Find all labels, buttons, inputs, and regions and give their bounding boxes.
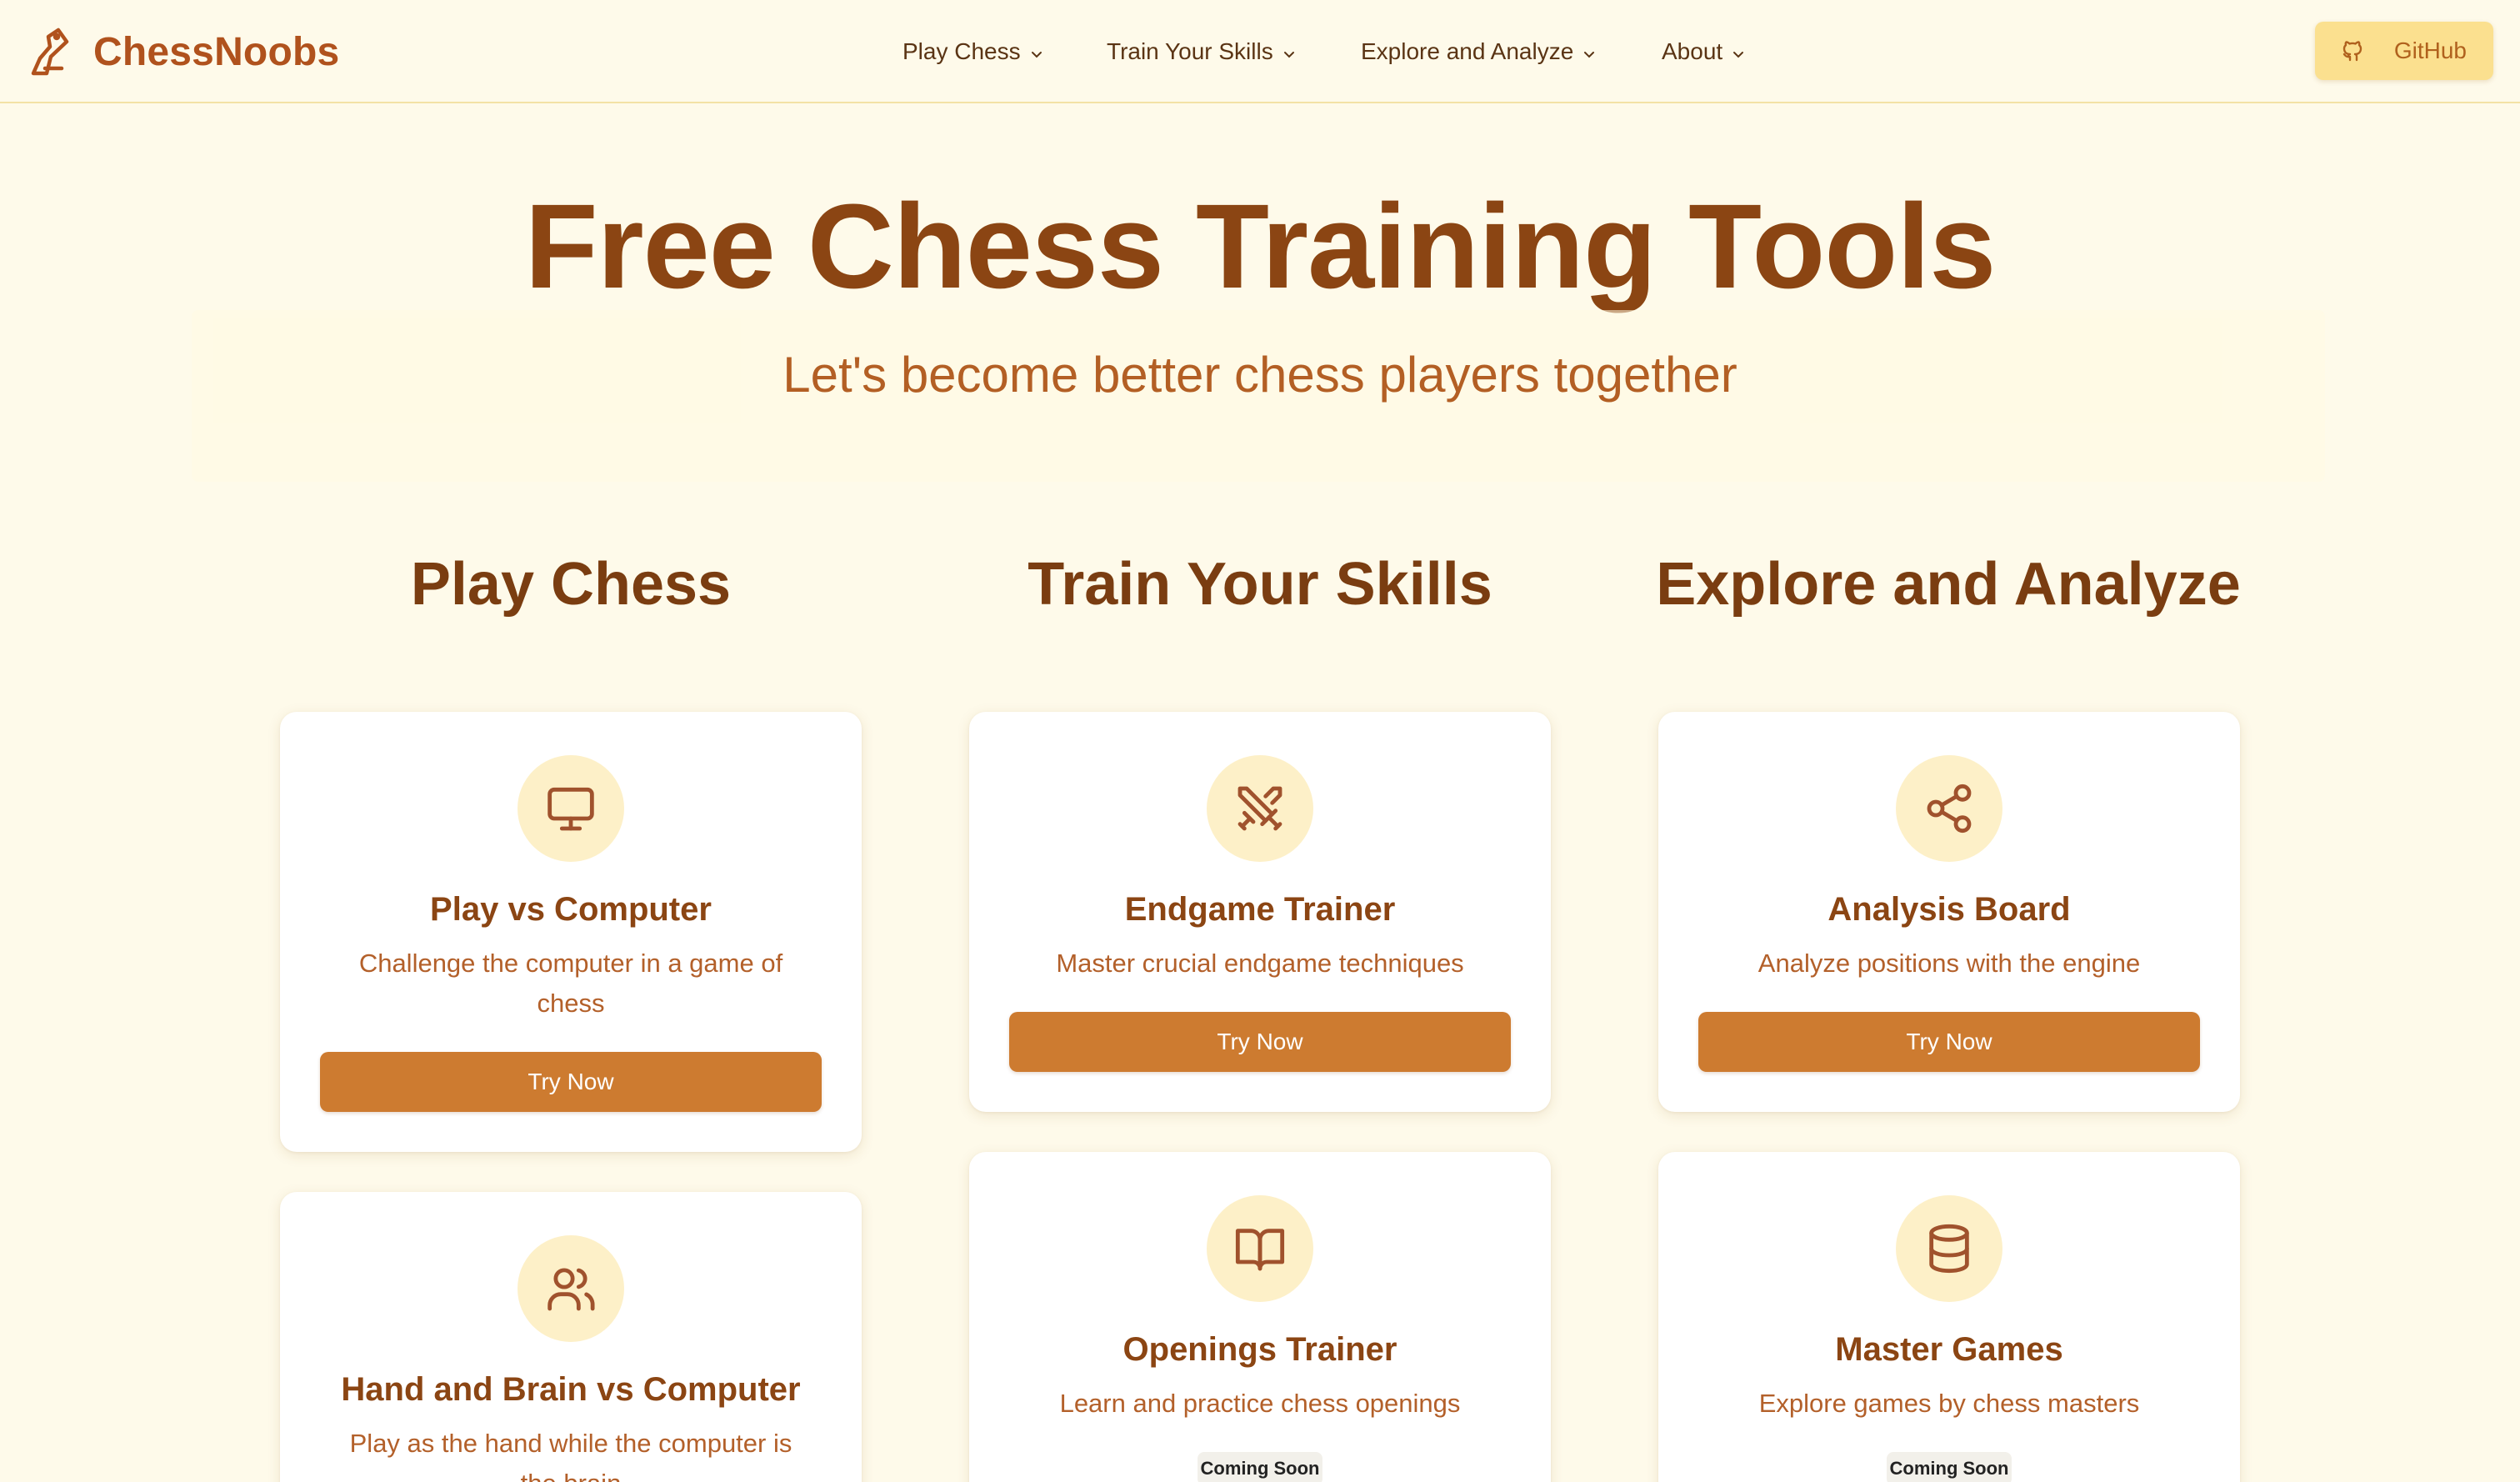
card-description: Challenge the computer in a game of ches… — [358, 949, 783, 1018]
nav-about-label: About — [1662, 38, 1723, 64]
card-description: Master crucial endgame techniques — [1056, 949, 1464, 978]
card-icon-circle — [1896, 1195, 2002, 1302]
card-icon-circle — [518, 1235, 624, 1342]
chevron-down-icon — [1283, 52, 1294, 58]
section-title-train-your-skills: Train Your Skills — [1028, 551, 1492, 618]
card-description: Analyze positions with the engine — [1758, 949, 2141, 978]
coming-soon-badge: Coming Soon — [1887, 1452, 2012, 1482]
try-now-button[interactable]: Try Now — [320, 1052, 822, 1112]
github-icon — [2342, 41, 2362, 62]
nav-train-your-skills-label: Train Your Skills — [1107, 38, 1273, 64]
database-icon — [1929, 1224, 1969, 1274]
open-book-icon — [1235, 1229, 1285, 1271]
card-hand-and-brain-vs-computer: Hand and Brain vs Computer Play as the h… — [280, 1192, 862, 1482]
try-now-button[interactable]: Try Now — [1698, 1012, 2200, 1072]
github-button[interactable]: GitHub — [2315, 22, 2493, 80]
card-title: Analysis Board — [1828, 891, 2071, 928]
chevron-down-icon — [1031, 52, 1042, 58]
chevron-down-icon — [1584, 52, 1595, 58]
card-icon-circle — [1207, 1195, 1313, 1302]
chevron-down-icon — [1733, 52, 1744, 58]
card-description: Explore games by chess masters — [1758, 1389, 2140, 1418]
card-openings-trainer: Openings Trainer Learn and practice ches… — [969, 1152, 1551, 1482]
try-now-button[interactable]: Try Now — [1009, 1012, 1511, 1072]
card-analysis-board: Analysis Board Analyze positions with th… — [1658, 712, 2240, 1112]
card-description: Play as the hand while the computer is t… — [349, 1429, 792, 1482]
navbar: ChessNoobs Play Chess Train Your Skills … — [0, 0, 2520, 103]
users-icon — [548, 1268, 595, 1311]
page-title: Free Chess Training Tools — [524, 179, 1997, 313]
card-icon-circle — [1207, 755, 1313, 862]
main-nav: Play Chess Train Your Skills Explore and… — [0, 0, 2520, 103]
card-title: Endgame Trainer — [1124, 891, 1396, 928]
card-icon-circle — [1896, 755, 2002, 862]
nav-about[interactable]: About — [1662, 33, 1746, 70]
crossed-swords-icon — [1238, 786, 1282, 831]
card-title: Play vs Computer — [430, 891, 712, 928]
nav-play-chess[interactable]: Play Chess — [902, 33, 1044, 70]
nav-train-your-skills[interactable]: Train Your Skills — [1107, 33, 1297, 70]
coming-soon-badge: Coming Soon — [1198, 1452, 1322, 1482]
nav-explore-and-analyze[interactable]: Explore and Analyze — [1361, 33, 1597, 70]
nav-play-chess-label: Play Chess — [902, 38, 1021, 64]
card-icon-circle — [518, 755, 624, 862]
card-title: Openings Trainer — [1122, 1331, 1398, 1368]
card-title: Hand and Brain vs Computer — [341, 1371, 801, 1408]
card-title: Master Games — [1835, 1331, 2063, 1368]
card-master-games: Master Games Explore games by chess mast… — [1658, 1152, 2240, 1482]
section-title-play-chess: Play Chess — [410, 551, 732, 618]
page-subtitle: Let's become better chess players togeth… — [782, 347, 1738, 403]
card-endgame-trainer: Endgame Trainer Master crucial endgame t… — [969, 712, 1551, 1112]
section-title-explore-and-analyze: Explore and Analyze — [1656, 551, 2241, 618]
monitor-icon — [548, 787, 594, 831]
card-play-vs-computer: Play vs Computer Challenge the computer … — [280, 712, 862, 1152]
share-icon — [1927, 784, 1972, 834]
github-button-label: GitHub — [2393, 38, 2467, 63]
card-description: Learn and practice chess openings — [1059, 1389, 1461, 1418]
nav-explore-and-analyze-label: Explore and Analyze — [1361, 38, 1574, 64]
